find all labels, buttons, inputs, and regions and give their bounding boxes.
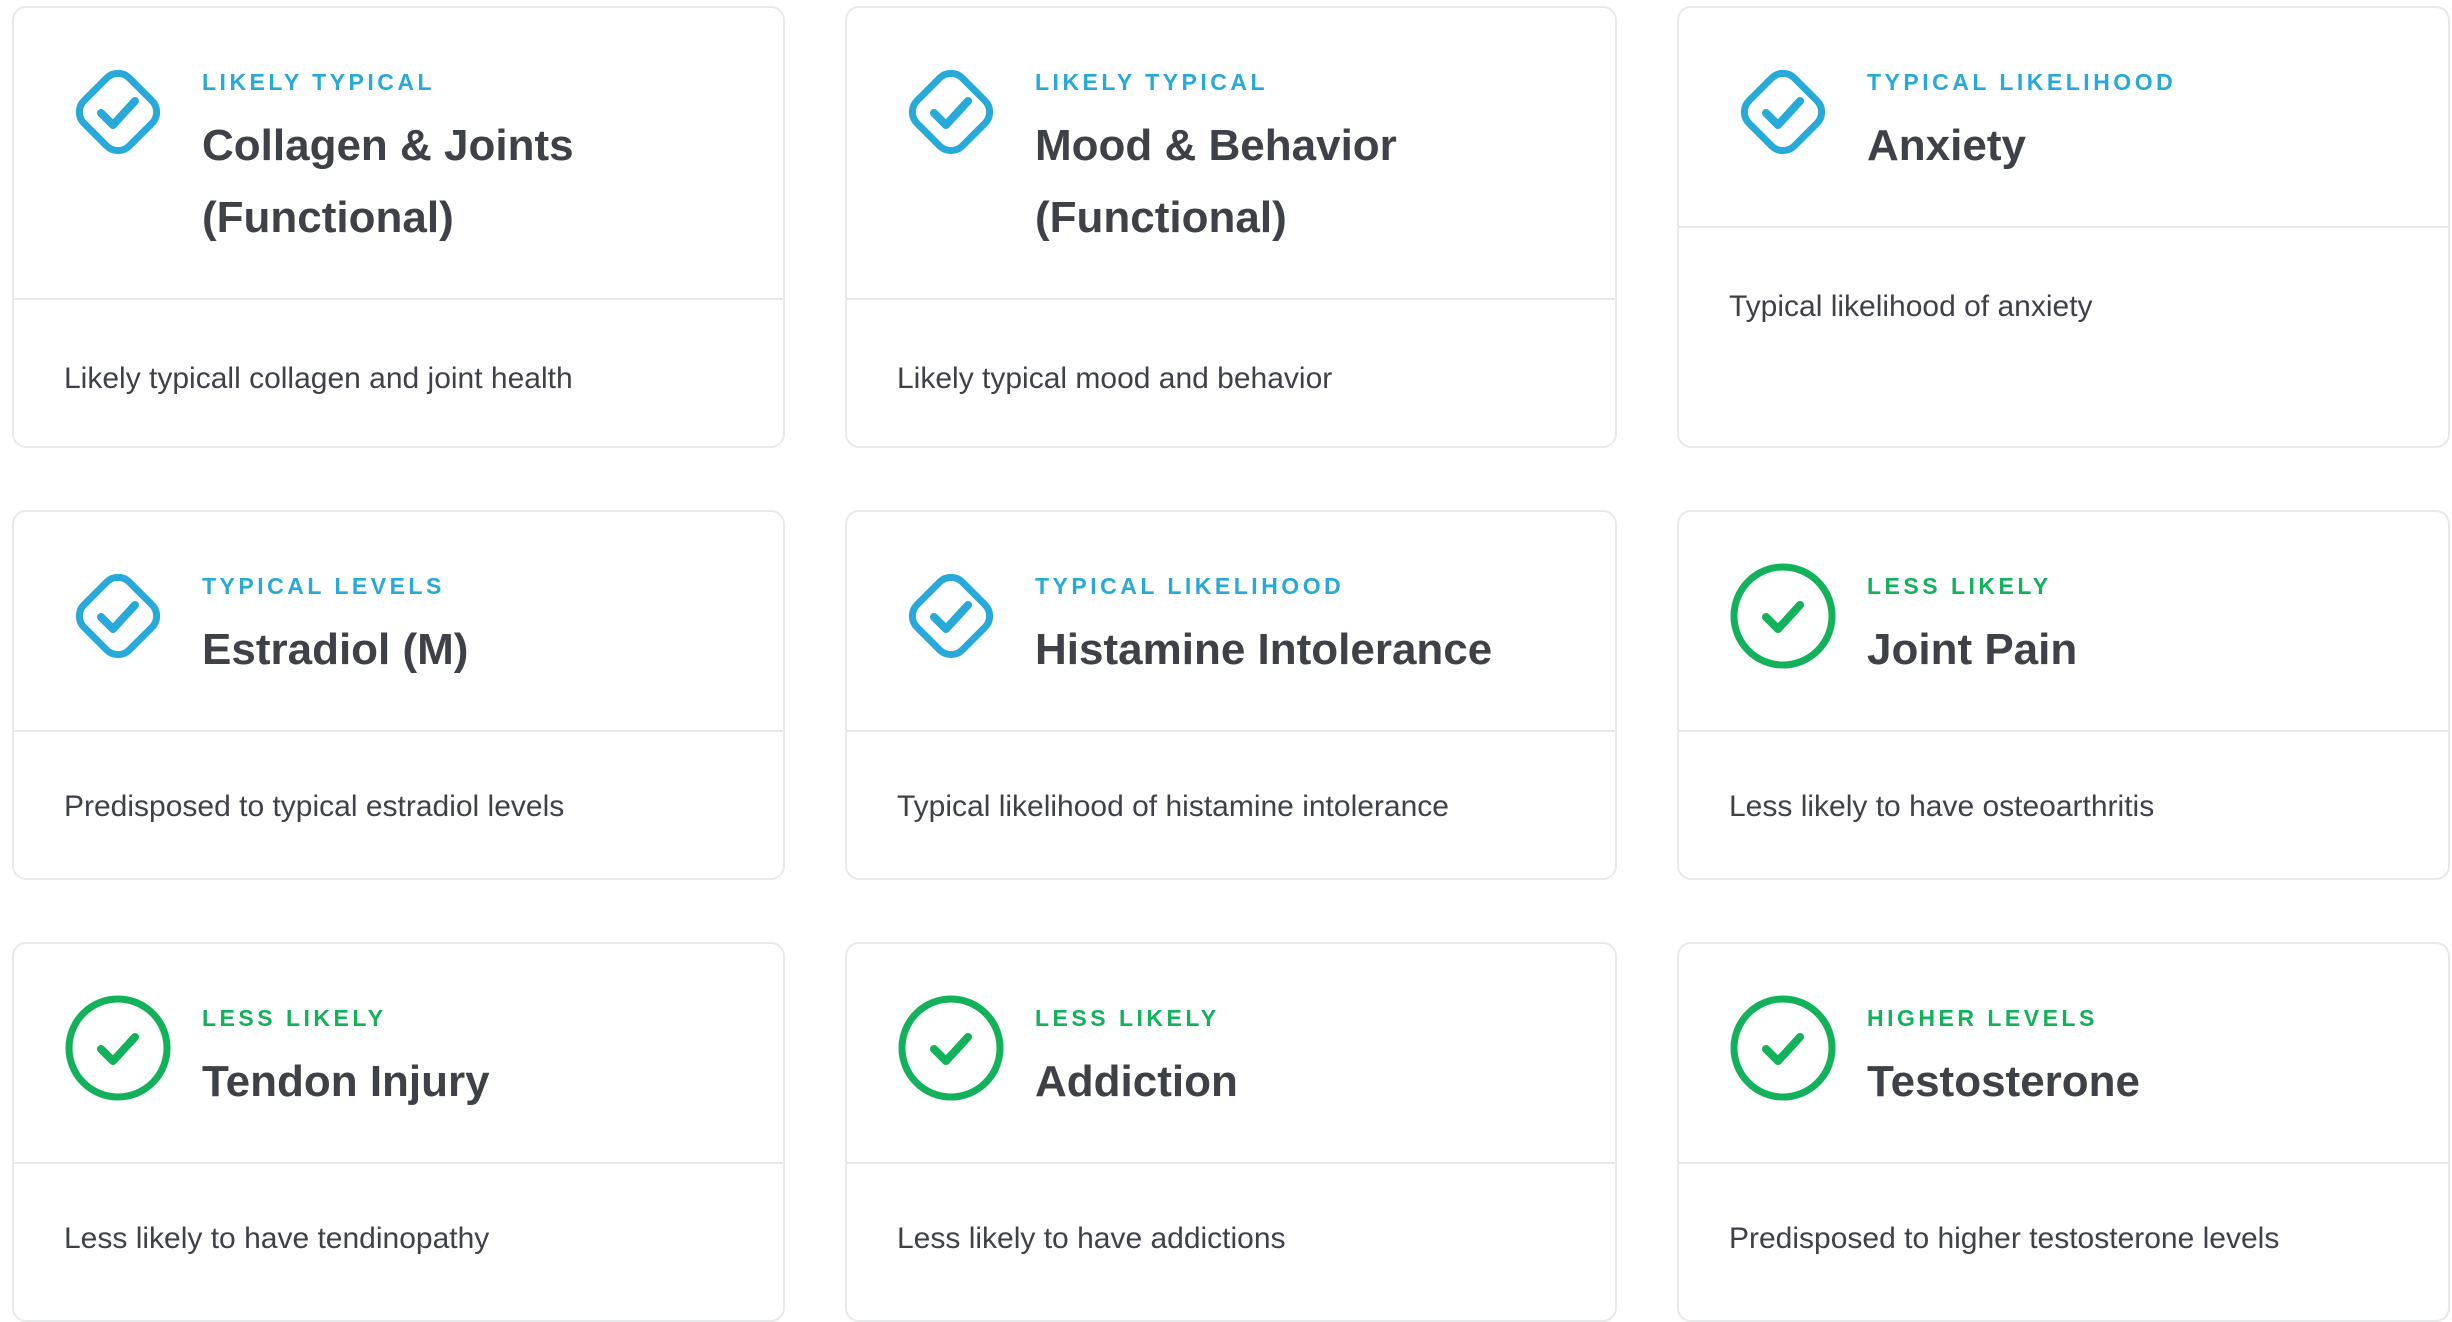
- status-label: LIKELY TYPICAL: [202, 69, 436, 95]
- trait-description: Typical likelihood of histamine intolera…: [897, 790, 1449, 823]
- status-label: TYPICAL LEVELS: [202, 573, 445, 599]
- trait-card-estradiol[interactable]: TYPICAL LEVELS Estradiol (M) Predisposed…: [12, 510, 785, 880]
- trait-title: Testosterone: [1867, 1057, 2141, 1106]
- status-label: TYPICAL LIKELIHOOD: [1867, 69, 2177, 95]
- trait-card-tendon-injury[interactable]: LESS LIKELY Tendon Injury Less likely to…: [12, 942, 785, 1322]
- trait-card-mood-behavior[interactable]: LIKELY TYPICAL Mood & Behavior (Function…: [845, 6, 1617, 448]
- trait-title: Addiction: [1035, 1057, 1238, 1106]
- circle-check-icon: [1729, 994, 1837, 1102]
- card-header: TYPICAL LEVELS Estradiol (M): [14, 512, 783, 732]
- trait-card-collagen-joints[interactable]: LIKELY TYPICAL Collagen & Joints (Functi…: [12, 6, 785, 448]
- trait-title: Histamine Intolerance: [1035, 625, 1493, 674]
- circle-check-icon: [897, 994, 1005, 1102]
- diamond-check-icon: [897, 58, 1005, 166]
- trait-description: Predisposed to typical estradiol levels: [64, 790, 565, 823]
- trait-description: Less likely to have addictions: [897, 1222, 1286, 1255]
- trait-title: Joint Pain: [1867, 625, 2078, 674]
- card-header: TYPICAL LIKELIHOOD Anxiety: [1679, 8, 2448, 228]
- trait-card-joint-pain[interactable]: LESS LIKELY Joint Pain Less likely to ha…: [1677, 510, 2450, 880]
- trait-title: Tendon Injury: [202, 1057, 490, 1106]
- circle-check-icon: [1729, 562, 1837, 670]
- status-label: HIGHER LEVELS: [1867, 1005, 2098, 1031]
- status-label: LIKELY TYPICAL: [1035, 69, 1269, 95]
- diamond-check-icon: [64, 562, 172, 670]
- trait-description: Less likely to have osteoarthritis: [1729, 790, 2155, 823]
- trait-title: Anxiety: [1867, 121, 2026, 170]
- diamond-check-icon: [1729, 58, 1837, 166]
- diamond-check-icon: [64, 58, 172, 166]
- trait-description: Typical likelihood of anxiety: [1729, 290, 2093, 323]
- trait-card-histamine-intolerance[interactable]: TYPICAL LIKELIHOOD Histamine Intolerance…: [845, 510, 1617, 880]
- trait-card-testosterone[interactable]: HIGHER LEVELS Testosterone Predisposed t…: [1677, 942, 2450, 1322]
- circle-check-icon: [64, 994, 172, 1102]
- status-label: TYPICAL LIKELIHOOD: [1035, 573, 1345, 599]
- status-label: LESS LIKELY: [1867, 573, 2052, 599]
- trait-description: Likely typicall collagen and joint healt…: [64, 362, 573, 395]
- status-label: LESS LIKELY: [1035, 1005, 1220, 1031]
- card-header: LESS LIKELY Addiction: [847, 944, 1615, 1164]
- card-header: LIKELY TYPICAL Mood & Behavior (Function…: [847, 8, 1615, 300]
- trait-card-addiction[interactable]: LESS LIKELY Addiction Less likely to hav…: [845, 942, 1617, 1322]
- trait-title: Collagen & Joints (Functional): [202, 121, 574, 242]
- trait-title: Mood & Behavior (Functional): [1035, 121, 1397, 242]
- card-header: LESS LIKELY Tendon Injury: [14, 944, 783, 1164]
- trait-description: Predisposed to higher testosterone level…: [1729, 1222, 2280, 1255]
- trait-description: Less likely to have tendinopathy: [64, 1222, 490, 1255]
- card-header: TYPICAL LIKELIHOOD Histamine Intolerance: [847, 512, 1615, 732]
- card-header: HIGHER LEVELS Testosterone: [1679, 944, 2448, 1164]
- diamond-check-icon: [897, 562, 1005, 670]
- trait-description: Likely typical mood and behavior: [897, 362, 1333, 395]
- card-header: LIKELY TYPICAL Collagen & Joints (Functi…: [14, 8, 783, 300]
- status-label: LESS LIKELY: [202, 1005, 387, 1031]
- trait-card-anxiety[interactable]: TYPICAL LIKELIHOOD Anxiety Typical likel…: [1677, 6, 2450, 448]
- card-header: LESS LIKELY Joint Pain: [1679, 512, 2448, 732]
- trait-title: Estradiol (M): [202, 625, 469, 674]
